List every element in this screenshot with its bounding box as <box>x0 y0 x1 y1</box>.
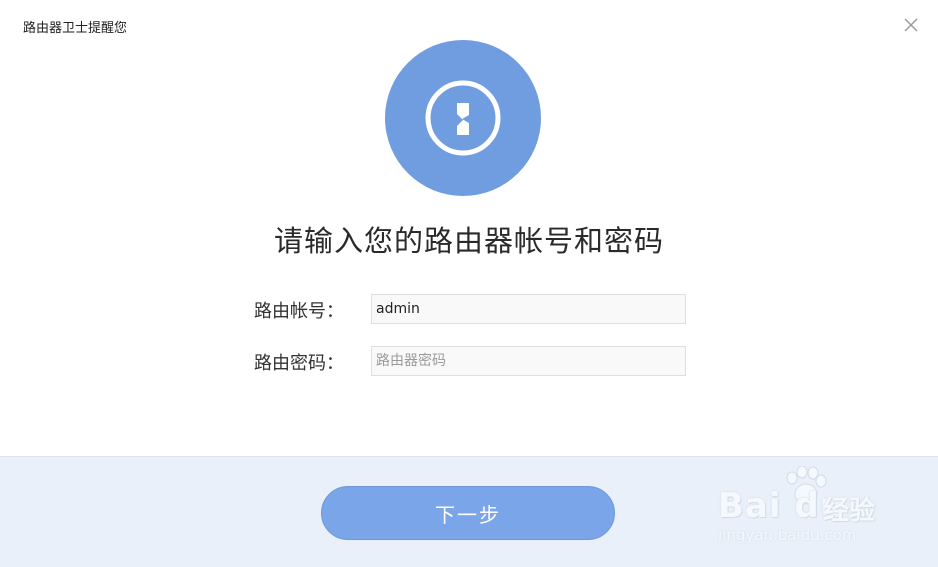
watermark-cn: 经验 <box>823 496 876 526</box>
next-step-button[interactable]: 下一步 <box>321 486 615 540</box>
page-heading: 请输入您的路由器帐号和密码 <box>273 224 664 258</box>
account-input[interactable] <box>371 294 686 324</box>
account-label: 路由帐号： <box>254 301 344 322</box>
watermark-url: jingyan.baidu.com <box>718 526 857 544</box>
password-input[interactable] <box>371 346 686 376</box>
baidu-jingyan-watermark: Bai du 经验 jingyan.baidu.com <box>718 466 893 552</box>
window-title: 路由器卫士提醒您 <box>23 21 128 36</box>
password-label: 路由密码： <box>254 353 344 374</box>
router-logo <box>385 40 541 196</box>
keyhole-icon <box>425 80 501 156</box>
close-icon[interactable] <box>902 16 920 34</box>
